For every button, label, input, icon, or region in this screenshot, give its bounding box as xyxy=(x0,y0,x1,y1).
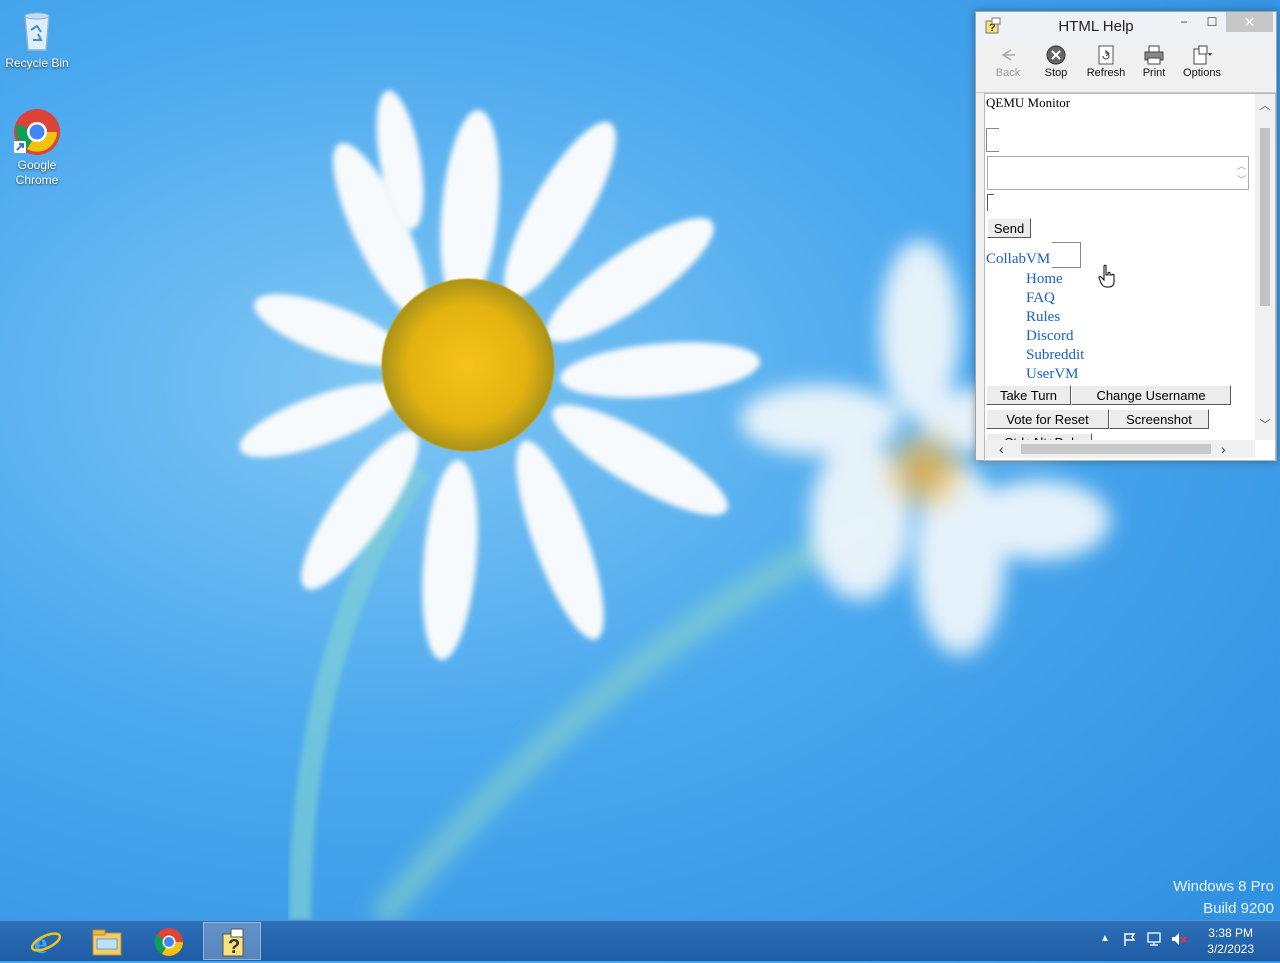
taskbar: e ? ▲ 3:38 PM 3/2/2023 xyxy=(0,920,1280,961)
text-caret-mark xyxy=(987,194,994,211)
html-help-window[interactable]: ? HTML Help − ☐ ✕ Back Stop Refresh Prin… xyxy=(975,11,1277,461)
print-label: Print xyxy=(1142,67,1166,79)
chevron-up-icon[interactable]: ︿ xyxy=(1237,159,1246,172)
network-icon[interactable] xyxy=(1146,931,1164,952)
print-button[interactable]: Print xyxy=(1130,44,1178,79)
scroll-down-icon[interactable]: ﹀ xyxy=(1255,416,1275,432)
volume-muted-icon[interactable] xyxy=(1170,931,1188,952)
close-button[interactable]: ✕ xyxy=(1226,12,1273,32)
stop-label: Stop xyxy=(1044,67,1068,79)
collabvm-frame-box xyxy=(1052,242,1081,268)
clock-time: 3:38 PM xyxy=(1208,926,1253,940)
monitor-input[interactable]: ︿ ﹀ xyxy=(987,156,1249,190)
help-toolbar: Back Stop Refresh Print Options xyxy=(976,40,1276,93)
small-frame-box xyxy=(986,128,999,152)
stop-button[interactable]: Stop xyxy=(1032,44,1080,79)
horizontal-scrollbar[interactable]: ‹ › xyxy=(985,440,1255,458)
nav-link-subreddit[interactable]: Subreddit xyxy=(1026,347,1084,364)
nav-link-faq[interactable]: FAQ xyxy=(1026,290,1055,307)
file-explorer-icon xyxy=(91,927,123,957)
watermark-build: Build 9200 xyxy=(1203,900,1274,917)
nav-link-home[interactable]: Home xyxy=(1026,271,1063,288)
clock-date: 3/2/2023 xyxy=(1207,942,1254,956)
chrome-icon xyxy=(153,927,185,957)
show-hidden-icons-icon[interactable]: ▲ xyxy=(1100,933,1110,944)
recycle-bin-icon xyxy=(13,6,61,54)
minimize-button[interactable]: − xyxy=(1174,12,1194,32)
take-turn-button[interactable]: Take Turn xyxy=(986,385,1071,405)
window-titlebar[interactable]: ? HTML Help − ☐ ✕ xyxy=(976,12,1276,40)
help-content-pane[interactable]: QEMU Monitor ︿ ﹀ Send CollabVM Home FAQ … xyxy=(984,93,1276,461)
refresh-button[interactable]: Refresh xyxy=(1082,44,1130,79)
options-label: Options xyxy=(1183,67,1221,79)
desktop-icon-google-chrome[interactable]: Google Chrome xyxy=(0,108,75,188)
internet-explorer-icon: e xyxy=(30,927,62,960)
chrome-icon xyxy=(13,108,61,156)
page-title: QEMU Monitor xyxy=(986,95,1071,110)
taskbar-google-chrome[interactable] xyxy=(140,922,198,960)
horizontal-scroll-thumb[interactable] xyxy=(1021,444,1211,454)
html-help-icon: ? xyxy=(217,928,249,958)
options-icon xyxy=(1191,44,1213,66)
taskbar-internet-explorer[interactable]: e xyxy=(17,922,75,960)
screenshot-button[interactable]: Screenshot xyxy=(1109,409,1209,429)
desktop-icon-recycle-bin[interactable]: Recycle Bin xyxy=(0,6,75,71)
chevron-down-icon[interactable]: ﹀ xyxy=(1237,173,1246,186)
vertical-scroll-thumb[interactable] xyxy=(1260,128,1270,306)
system-tray: ▲ xyxy=(1098,921,1188,961)
scroll-right-icon[interactable]: › xyxy=(1221,440,1226,458)
scroll-left-icon[interactable]: ‹ xyxy=(999,440,1004,458)
vote-for-reset-button[interactable]: Vote for Reset xyxy=(986,409,1109,429)
desktop-icon-label: Recycle Bin xyxy=(5,56,69,70)
scroll-up-icon[interactable]: ︿ xyxy=(1255,97,1275,113)
nav-link-uservm[interactable]: UserVM xyxy=(1026,366,1079,383)
options-button[interactable]: Options xyxy=(1178,44,1226,79)
send-button[interactable]: Send xyxy=(987,218,1031,238)
back-label: Back xyxy=(995,67,1021,79)
print-icon xyxy=(1143,44,1165,66)
windows-watermark: Windows 8 Pro Build 9200 xyxy=(1173,876,1274,920)
nav-link-rules[interactable]: Rules xyxy=(1026,309,1060,326)
nav-link-discord[interactable]: Discord xyxy=(1026,328,1074,345)
maximize-button[interactable]: ☐ xyxy=(1202,12,1222,32)
taskbar-html-help[interactable]: ? xyxy=(203,922,261,960)
back-button[interactable]: Back xyxy=(984,44,1032,79)
stop-icon xyxy=(1045,44,1067,66)
watermark-edition: Windows 8 Pro xyxy=(1173,878,1274,895)
taskbar-clock[interactable]: 3:38 PM 3/2/2023 xyxy=(1207,925,1254,957)
desktop-icon-label: Google Chrome xyxy=(15,158,59,187)
vertical-scrollbar[interactable]: ︿ ﹀ xyxy=(1255,94,1275,440)
change-username-button[interactable]: Change Username xyxy=(1071,385,1231,405)
refresh-label: Refresh xyxy=(1086,67,1126,79)
svg-text:?: ? xyxy=(228,936,240,958)
collabvm-link[interactable]: CollabVM xyxy=(986,251,1050,268)
action-center-flag-icon[interactable] xyxy=(1122,931,1138,952)
back-arrow-icon xyxy=(997,44,1019,66)
taskbar-file-explorer[interactable] xyxy=(78,922,136,960)
refresh-icon xyxy=(1095,44,1117,66)
hand-cursor-icon xyxy=(1098,264,1116,288)
